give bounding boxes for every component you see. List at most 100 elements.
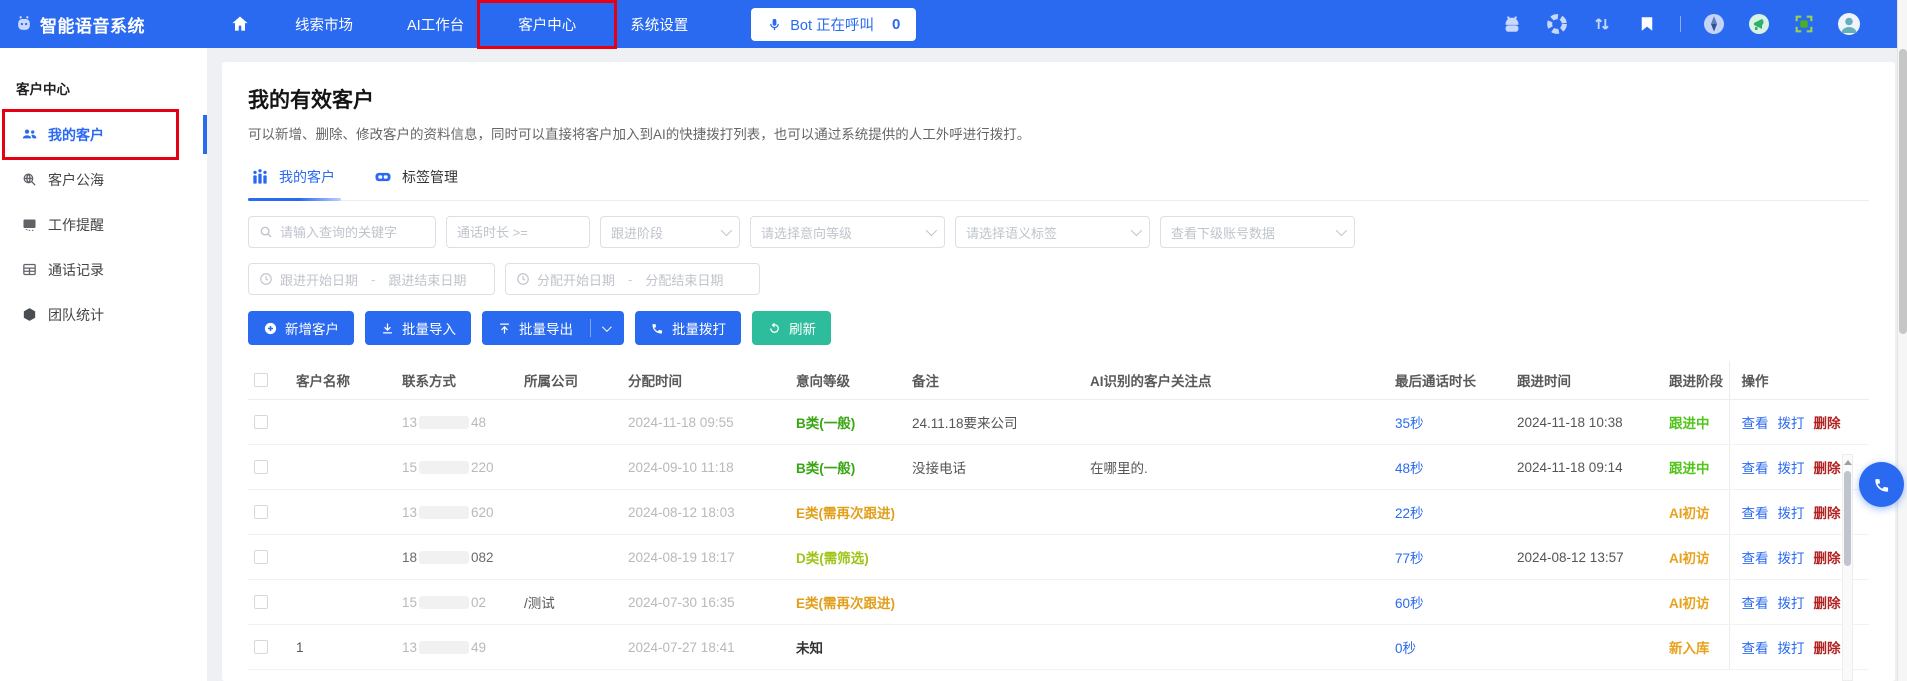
phone-cell: 1349 — [396, 625, 518, 670]
page-scrollbar-thumb[interactable] — [1899, 49, 1907, 334]
nav-item-leads-market[interactable]: 线索市场 — [268, 8, 380, 41]
tab-bar: 我的客户 标签管理 — [248, 167, 1869, 201]
col-follow-stage: 跟进阶段 — [1663, 361, 1729, 400]
col-intent-grade: 意向等级 — [790, 361, 906, 400]
view-link[interactable]: 查看 — [1742, 596, 1769, 611]
sidebar-item-customer-pool[interactable]: 客户公海 — [0, 157, 207, 202]
chevron-down-icon[interactable] — [602, 322, 612, 332]
aperture-icon[interactable] — [1545, 12, 1569, 36]
row-checkbox[interactable] — [254, 460, 268, 474]
dial-link[interactable]: 拨打 — [1778, 596, 1805, 611]
delete-link[interactable]: 删除 — [1814, 506, 1841, 521]
intent-grade-select[interactable]: 请选择意向等级 — [750, 216, 945, 248]
hexagon-icon — [21, 306, 38, 323]
row-select-cell — [248, 400, 290, 445]
refresh-button[interactable]: 刷新 — [752, 311, 831, 345]
row-checkbox[interactable] — [254, 550, 268, 564]
page-scrollbar[interactable] — [1897, 0, 1907, 681]
follow-stage-cell: 跟进中 — [1663, 445, 1729, 490]
download-icon — [380, 321, 395, 336]
dial-link[interactable]: 拨打 — [1778, 461, 1805, 476]
assign-time-cell: 2024-08-12 18:03 — [622, 490, 790, 535]
sidebar-item-my-customers[interactable]: 我的客户 — [0, 112, 207, 157]
redacted-phone-blur — [419, 506, 469, 519]
intent-grade-cell: E类(需再次跟进) — [790, 580, 906, 625]
row-select-cell — [248, 580, 290, 625]
last-call-duration-cell[interactable]: 48秒 — [1389, 445, 1511, 490]
tab-tag-management[interactable]: 标签管理 — [373, 167, 458, 187]
redacted-phone-blur — [419, 461, 469, 474]
view-link[interactable]: 查看 — [1742, 641, 1769, 656]
last-call-duration-cell[interactable]: 0秒 — [1389, 625, 1511, 670]
sort-arrows-icon[interactable] — [1590, 12, 1614, 36]
scrollbar-up-arrow[interactable] — [1843, 455, 1852, 469]
redacted-phone-blur — [419, 416, 469, 429]
sidebar-item-work-reminder[interactable]: 工作提醒 — [0, 202, 207, 247]
sidebar-item-team-statistics[interactable]: 团队统计 — [0, 292, 207, 337]
call-duration-input[interactable] — [446, 216, 590, 248]
bookmark-icon[interactable] — [1635, 12, 1659, 36]
batch-export-button[interactable]: 批量导出 — [482, 311, 624, 345]
keyword-input-field[interactable] — [280, 225, 425, 240]
refresh-icon — [767, 321, 782, 336]
delete-link[interactable]: 删除 — [1814, 596, 1841, 611]
nav-item-customer-center[interactable]: 客户中心 — [491, 8, 603, 41]
follow-date-range-picker[interactable]: 跟进开始日期 - 跟进结束日期 — [248, 263, 495, 295]
floating-call-button[interactable] — [1859, 462, 1904, 507]
last-call-duration-cell[interactable]: 77秒 — [1389, 535, 1511, 580]
row-checkbox[interactable] — [254, 505, 268, 519]
scrollbar-thumb[interactable] — [1844, 471, 1851, 566]
last-call-duration-cell[interactable]: 60秒 — [1389, 580, 1511, 625]
fullscreen-icon[interactable] — [1792, 12, 1816, 36]
table-row: 1502/测试2024-07-30 16:35E类(需再次跟进)60秒AI初访查… — [248, 580, 1869, 625]
nav-item-system-settings[interactable]: 系统设置 — [603, 8, 715, 41]
dial-link[interactable]: 拨打 — [1778, 416, 1805, 431]
bot-calling-button[interactable]: Bot 正在呼叫 0 — [751, 8, 916, 41]
semantic-tag-select[interactable]: 请选择语义标签 — [955, 216, 1150, 248]
subaccount-data-select[interactable]: 查看下级账号数据 — [1160, 216, 1355, 248]
batch-import-button[interactable]: 批量导入 — [365, 311, 471, 345]
delete-link[interactable]: 删除 — [1814, 551, 1841, 566]
batch-dial-button[interactable]: 批量拨打 — [635, 311, 741, 345]
ai-focus-cell — [1084, 490, 1389, 535]
view-link[interactable]: 查看 — [1742, 551, 1769, 566]
select-all-checkbox[interactable] — [254, 373, 268, 387]
last-call-duration-cell[interactable]: 35秒 — [1389, 400, 1511, 445]
delete-link[interactable]: 删除 — [1814, 461, 1841, 476]
view-link[interactable]: 查看 — [1742, 416, 1769, 431]
row-checkbox[interactable] — [254, 595, 268, 609]
dial-link[interactable]: 拨打 — [1778, 641, 1805, 656]
megaphone-icon[interactable] — [1747, 12, 1771, 36]
table-scrollbar[interactable] — [1842, 454, 1853, 681]
nav-item-ai-workbench[interactable]: AI工作台 — [380, 8, 491, 41]
dial-link[interactable]: 拨打 — [1778, 506, 1805, 521]
add-customer-button[interactable]: 新增客户 — [248, 311, 354, 345]
phone-cell: 18082 — [396, 535, 518, 580]
user-avatar[interactable] — [1837, 12, 1861, 36]
home-icon[interactable] — [230, 14, 250, 34]
chevron-down-icon — [1131, 225, 1142, 236]
delete-link[interactable]: 删除 — [1814, 641, 1841, 656]
row-checkbox[interactable] — [254, 415, 268, 429]
robot-icon[interactable] — [1500, 12, 1524, 36]
row-checkbox[interactable] — [254, 640, 268, 654]
follow-stage-select[interactable]: 跟进阶段 — [600, 216, 740, 248]
duration-input-field[interactable] — [457, 225, 579, 240]
sidebar-item-call-records[interactable]: 通话记录 — [0, 247, 207, 292]
last-call-duration-cell[interactable]: 22秒 — [1389, 490, 1511, 535]
compass-icon[interactable] — [1702, 12, 1726, 36]
col-actions: 操作 — [1729, 361, 1869, 400]
assign-date-range-picker[interactable]: 分配开始日期 - 分配结束日期 — [505, 263, 760, 295]
tab-my-customers[interactable]: 我的客户 — [250, 167, 335, 187]
view-link[interactable]: 查看 — [1742, 506, 1769, 521]
tag-management-tab-icon — [373, 167, 393, 187]
customer-name-cell: 1 — [290, 625, 396, 670]
keyword-search-input[interactable] — [248, 216, 436, 248]
view-link[interactable]: 查看 — [1742, 461, 1769, 476]
microphone-icon — [767, 17, 782, 32]
plus-circle-icon — [263, 321, 278, 336]
delete-link[interactable]: 删除 — [1814, 416, 1841, 431]
table-header-row: 客户名称 联系方式 所属公司 分配时间 意向等级 备注 AI识别的客户关注点 最… — [248, 361, 1869, 400]
dial-link[interactable]: 拨打 — [1778, 551, 1805, 566]
col-follow-time: 跟进时间 — [1511, 361, 1663, 400]
